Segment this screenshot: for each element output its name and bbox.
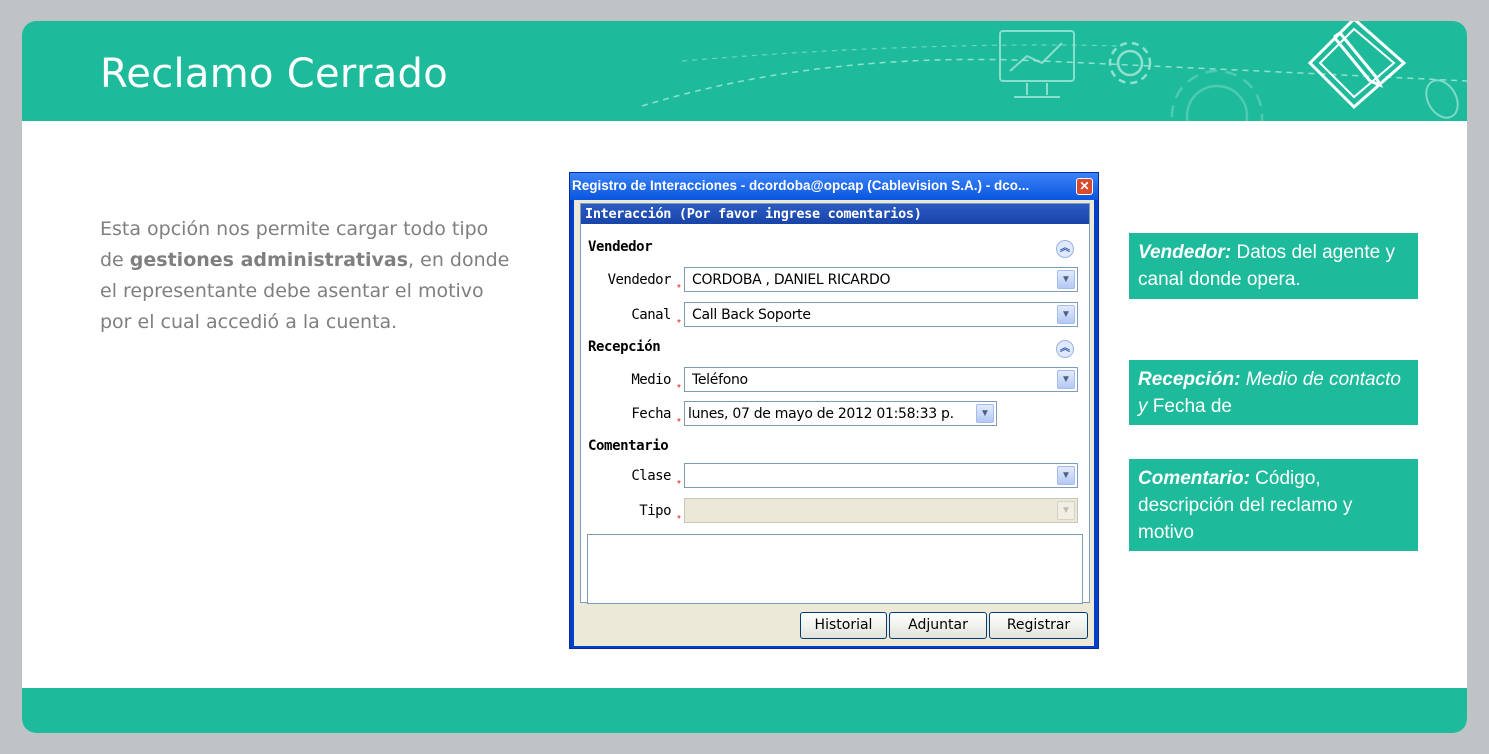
monitor-chart-icon [999,30,1075,98]
large-gear-icon [1170,69,1264,121]
gear-icon [1108,41,1152,85]
chevron-down-icon[interactable]: ▼ [1057,270,1075,289]
registrar-button[interactable]: Registrar [989,612,1088,639]
medio-value: Teléfono [692,372,748,388]
description-bold: gestiones administrativas [129,249,409,271]
chevron-down-icon[interactable]: ▼ [1057,466,1075,485]
required-mark: * [677,318,681,329]
field-label-clase: Clase [631,468,671,484]
field-label-vendedor: Vendedor [607,272,672,288]
close-icon[interactable]: ✕ [1076,178,1093,195]
fecha-datepicker[interactable]: lunes, 07 de mayo de 2012 01:58:33 p. ▼ [684,401,997,426]
tipo-select: ▼ [684,498,1078,523]
adjuntar-button[interactable]: Adjuntar [889,612,987,639]
chevron-down-icon[interactable]: ▼ [1057,305,1075,324]
pencil-diamond-icon [1307,21,1407,110]
required-mark: * [677,383,681,394]
vendedor-value: CORDOBA , DANIEL RICARDO [692,272,891,288]
field-label-fecha: Fecha [631,406,671,422]
required-mark: * [677,479,681,490]
header-decoration [641,21,1467,121]
mouse-icon [1425,79,1459,119]
required-mark: * [677,417,681,428]
historial-button[interactable]: Historial [800,612,887,639]
dialog-body: Interacción (Por favor ingrese comentari… [574,200,1094,646]
callout-recepcion: Recepción: Medio de contacto y Fecha de [1129,360,1418,425]
description-text: Esta opción nos permite cargar todo tipo… [100,214,515,338]
medio-select[interactable]: Teléfono ▼ [684,367,1078,392]
collapse-vendedor-icon[interactable]: ︽ [1056,240,1074,258]
required-mark: * [677,283,681,294]
header-bar: Reclamo Cerrado [22,21,1467,121]
chevron-down-icon: ▼ [1057,501,1075,520]
section-comentario: Comentario [588,438,669,454]
clase-select[interactable]: ▼ [684,463,1078,488]
slide: Reclamo Cerrado Esta opción nos permite … [22,21,1467,733]
canal-value: Call Back Soporte [692,307,811,323]
dialog-title: Registro de Interacciones - dcordoba@opc… [572,178,1030,193]
callout-comentario-heading: Comentario: [1138,468,1250,489]
callout-recepcion-text: Fecha de [1147,396,1232,417]
page-title: Reclamo Cerrado [100,51,448,97]
field-label-canal: Canal [631,307,671,323]
footer-bar [22,688,1467,733]
interaction-dialog: Registro de Interacciones - dcordoba@opc… [569,172,1099,649]
callout-vendedor: Vendedor: Datos del agente y canal donde… [1129,233,1418,299]
canal-select[interactable]: Call Back Soporte ▼ [684,302,1078,327]
chevron-down-icon[interactable]: ▼ [976,404,994,423]
dialog-titlebar[interactable]: Registro de Interacciones - dcordoba@opc… [570,173,1098,200]
section-recepcion: Recepción [588,339,661,355]
panel-header: Interacción (Por favor ingrese comentari… [581,204,1089,224]
field-label-tipo: Tipo [639,503,671,519]
comment-textarea[interactable] [587,534,1083,604]
chevron-down-icon[interactable]: ▼ [1057,370,1075,389]
required-mark: * [677,514,681,525]
vendedor-select[interactable]: CORDOBA , DANIEL RICARDO ▼ [684,267,1078,292]
callout-recepcion-heading: Recepción: [1138,369,1241,390]
collapse-recepcion-icon[interactable]: ︽ [1056,340,1074,358]
interaction-panel: Interacción (Por favor ingrese comentari… [580,203,1090,604]
field-label-medio: Medio [631,372,671,388]
callout-vendedor-heading: Vendedor: [1138,242,1232,263]
callout-comentario: Comentario: Código, descripción del recl… [1129,459,1418,551]
section-vendedor: Vendedor [588,239,653,255]
fecha-value: lunes, 07 de mayo de 2012 01:58:33 p. [688,406,954,422]
